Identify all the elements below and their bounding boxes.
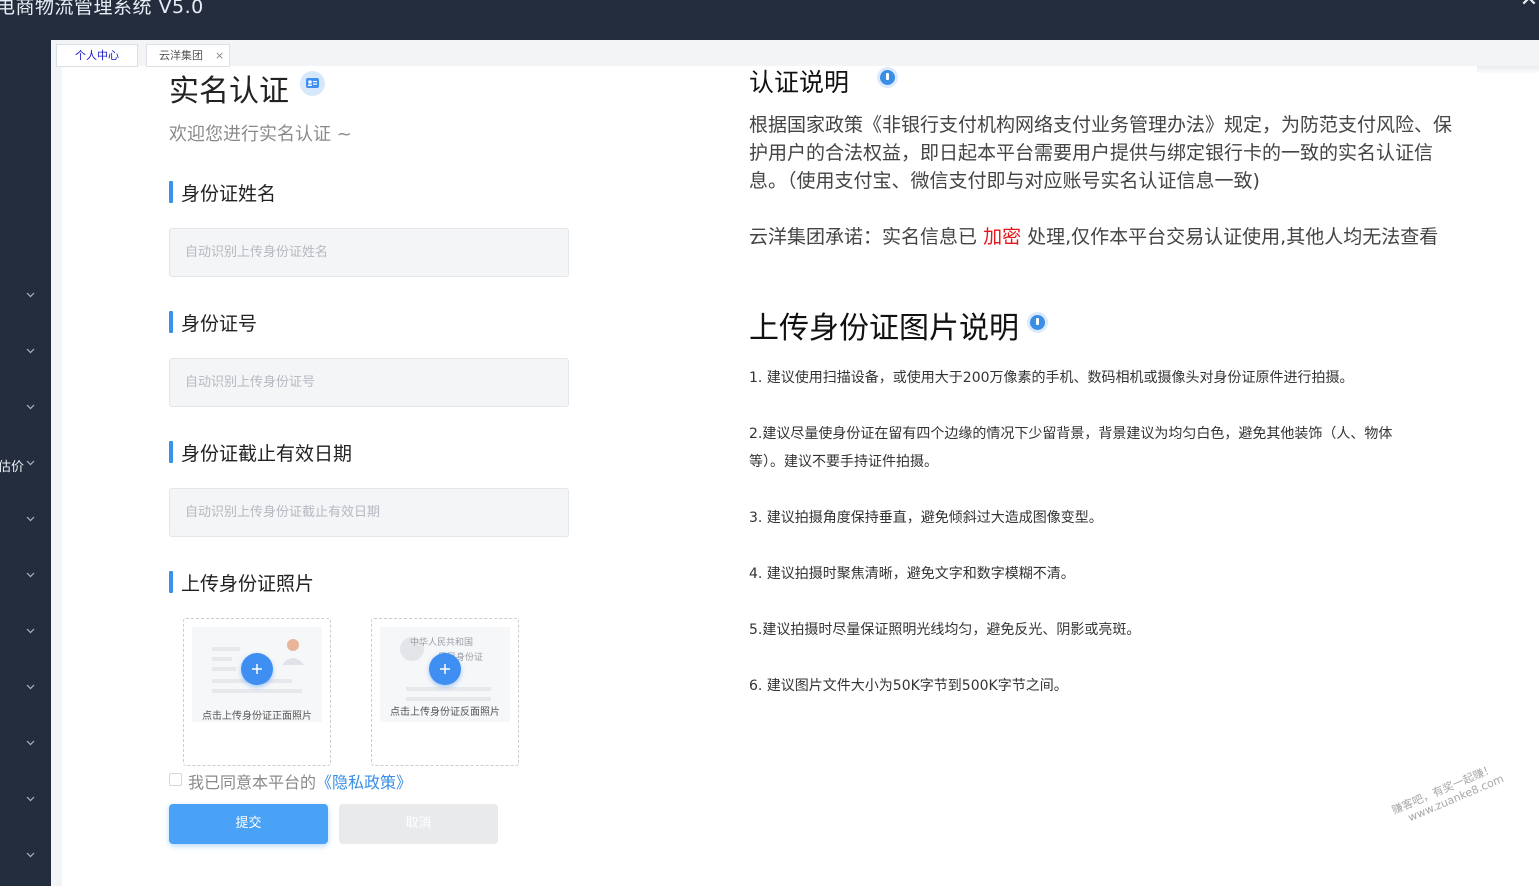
upload-front-caption: 点击上传身份证正面照片	[202, 711, 312, 722]
tab-label: 云洋集团	[159, 49, 203, 62]
chevron-down-icon	[26, 794, 35, 803]
card-back-line1: 中华人民共和国	[410, 638, 474, 648]
agree-checkbox[interactable]	[169, 773, 182, 786]
chevron-down-icon	[26, 850, 35, 859]
close-icon[interactable]: ✕	[1519, 0, 1539, 11]
section-bar	[169, 441, 173, 463]
chevron-down-icon	[26, 514, 35, 523]
sidebar-item[interactable]	[0, 564, 51, 590]
sidebar-item[interactable]	[0, 508, 51, 534]
id-number-label-text: 身份证号	[181, 313, 258, 335]
page-title: 实名认证	[169, 74, 289, 109]
agree-text: 我已同意本平台的《隐私政策》	[188, 769, 412, 793]
upload-back-button[interactable]: 中华人民共和国 居民身份证 点击上传身份证反面照片	[371, 618, 519, 766]
id-number-field[interactable]: 自动识别上传身份证号	[169, 358, 569, 407]
promise-text: 云洋集团承诺：实名信息已 加密 处理,仅作本平台交易认证使用,其他人均无法查看	[749, 223, 1459, 251]
section-bar	[169, 571, 173, 593]
chevron-down-icon	[26, 458, 35, 467]
expiry-label: 身份证截止有效日期	[169, 439, 352, 466]
chevron-down-icon	[26, 738, 35, 747]
sidebar-item[interactable]	[0, 396, 51, 422]
agree-label: 我已同意本平台的	[188, 773, 317, 792]
cancel-button[interactable]: 取消	[339, 804, 498, 844]
upload-back-caption: 点击上传身份证反面照片	[390, 707, 500, 718]
sidebar-item-label: 估价	[0, 460, 25, 475]
sidebar-item[interactable]	[0, 732, 51, 758]
upload-instructions-title: 上传身份证图片说明	[749, 311, 1019, 346]
expiry-label-text: 身份证截止有效日期	[181, 443, 353, 465]
sidebar-item[interactable]	[0, 676, 51, 702]
page-subtitle: 欢迎您进行实名认证 ~	[169, 124, 352, 145]
tip-item: 2.建议尽量使身份证在留有四个边缘的情况下少留背景，背景建议为均匀白色，避免其他…	[749, 426, 1393, 470]
name-field[interactable]: 自动识别上传身份证姓名	[169, 228, 569, 277]
tip-item: 5.建议拍摄时尽量保证照明光线均匀，避免反光、阴影或亮斑。	[749, 622, 1141, 638]
submit-button[interactable]: 提交	[169, 804, 328, 844]
upload-label-text: 上传身份证照片	[181, 573, 315, 595]
close-tab-icon[interactable]: ×	[215, 45, 224, 66]
sidebar-item[interactable]	[0, 284, 51, 310]
chevron-down-icon	[26, 626, 35, 635]
sidebar: 估价	[0, 40, 51, 886]
plus-icon	[241, 653, 273, 685]
sidebar-item[interactable]	[0, 620, 51, 646]
auth-description-title: 认证说明	[749, 68, 850, 97]
tip-item: 6. 建议图片文件大小为50K字节到500K字节之间。	[749, 678, 1068, 694]
chevron-down-icon	[26, 682, 35, 691]
tip-item: 3. 建议拍摄角度保持垂直，避免倾斜过大造成图像变型。	[749, 510, 1103, 526]
sidebar-item[interactable]	[0, 788, 51, 814]
upload-label: 上传身份证照片	[169, 569, 314, 596]
chevron-down-icon	[26, 402, 35, 411]
name-label: 身份证姓名	[169, 179, 276, 206]
plus-icon	[429, 653, 461, 685]
info-icon	[1030, 315, 1045, 330]
info-icon	[880, 70, 895, 85]
encrypted-highlight: 加密	[983, 226, 1022, 248]
section-bar	[169, 311, 173, 333]
tab-yunyang-group[interactable]: 云洋集团 ×	[146, 44, 230, 67]
expiry-date-field[interactable]: 自动识别上传身份证截止有效日期	[169, 488, 569, 537]
sidebar-item-estimate[interactable]: 估价	[0, 452, 51, 478]
tab-personal-center[interactable]: 个人中心	[56, 44, 138, 67]
chevron-down-icon	[26, 290, 35, 299]
top-bar: 电商物流管理系统 V5.0 ✕	[0, 0, 1539, 40]
id-card-icon	[300, 71, 325, 96]
upload-front-button[interactable]: 点击上传身份证正面照片	[183, 618, 331, 766]
name-label-text: 身份证姓名	[181, 183, 277, 205]
privacy-policy-link[interactable]: 《隐私政策》	[316, 773, 412, 792]
tip-item: 4. 建议拍摄时聚焦清晰，避免文字和数字模糊不清。	[749, 566, 1075, 582]
sidebar-item[interactable]	[0, 340, 51, 366]
chevron-down-icon	[26, 570, 35, 579]
app-title: 电商物流管理系统 V5.0	[0, 0, 204, 18]
policy-text: 根据国家政策《非银行支付机构网络支付业务管理办法》规定，为防范支付风险、保护用户…	[749, 114, 1453, 192]
section-bar	[169, 181, 173, 203]
promise-suffix: 处理,仅作本平台交易认证使用,其他人均无法查看	[1027, 226, 1439, 248]
id-number-label: 身份证号	[169, 309, 257, 336]
chevron-down-icon	[26, 346, 35, 355]
sidebar-item[interactable]	[0, 844, 51, 870]
tip-item: 1. 建议使用扫描设备，或使用大于200万像素的手机、数码相机或摄像头对身份证原…	[749, 370, 1354, 386]
promise-prefix: 云洋集团承诺：实名信息已	[749, 226, 978, 248]
